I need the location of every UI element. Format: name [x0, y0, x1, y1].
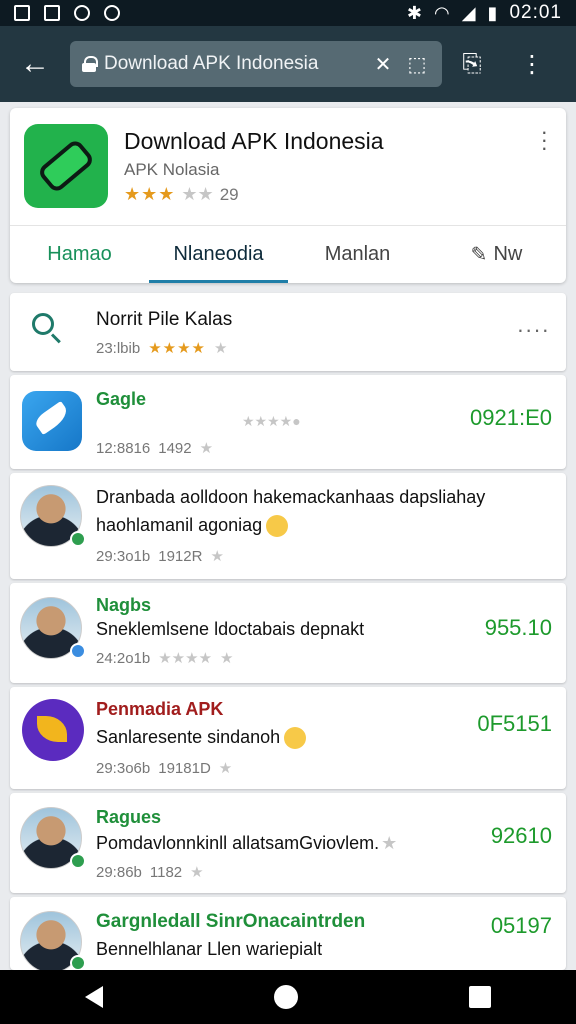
small-rating-icon: ★★★★●: [242, 413, 301, 429]
item-body: Sneklemlsene ldoctabais depnakt: [96, 619, 365, 639]
item-price: 92610: [490, 823, 552, 848]
gallery-icon: [44, 5, 60, 21]
star-icon: ★: [218, 760, 233, 777]
app-rating: ★★★ ★★ 29: [124, 184, 239, 205]
search-row-meta: 23:lbib ★★★★ ★: [96, 339, 228, 358]
more-dots-icon[interactable]: ····: [517, 317, 550, 343]
app-title: Download APK Indonesia: [124, 128, 384, 154]
app-subtitle: APK Nolasia: [124, 160, 220, 179]
status-bar: ✱ ◠ ◢ ▮ 02:01: [0, 0, 576, 26]
rating-count: 29: [219, 184, 239, 204]
app-list-icon: [22, 699, 84, 761]
list-item[interactable]: Gagle ★★★★● 12:8816 1492 ★ 0921:E0: [10, 375, 566, 469]
star-icon: ★: [220, 650, 234, 667]
tab-bar: Hamao Nlaneodia Manlan ✎ Nw: [10, 225, 566, 283]
lock-icon: [82, 56, 98, 72]
url-bar[interactable]: Download APK Indonesia ✕ ⬚: [70, 41, 442, 87]
item-title: Gargnledall SinrOnacaintrden: [96, 911, 366, 932]
star-icon: ★: [190, 864, 204, 881]
recents-nav-icon[interactable]: [468, 986, 491, 1008]
tab-manual[interactable]: Manlan: [288, 226, 427, 283]
item-body-second: haohlamanil agoniag: [96, 515, 289, 538]
online-badge: [70, 853, 86, 869]
image-icon: [14, 5, 30, 21]
shield-icon: [104, 5, 120, 21]
app-icon[interactable]: [24, 124, 108, 208]
bluetooth-icon: ✱: [406, 2, 422, 23]
signal-icon: ◢: [461, 2, 476, 23]
record-icon: [74, 5, 90, 21]
menu-button[interactable]: ⋮: [502, 50, 562, 79]
back-nav-icon[interactable]: [85, 986, 104, 1008]
emoji-icon: [284, 727, 307, 750]
star-icon: ★: [381, 833, 398, 853]
pencil-icon: ✎: [470, 244, 488, 266]
list-item[interactable]: Gargnledall SinrOnacaintrden Bennelhlana…: [10, 897, 566, 970]
emoji-icon: [266, 515, 289, 538]
item-body: Dranbada aolldoon hakemackanhaas dapslia…: [96, 487, 486, 507]
close-icon[interactable]: ✕: [370, 52, 396, 77]
rating-stars-empty: ★★: [181, 184, 214, 204]
item-price: 0F5151: [477, 711, 552, 736]
tab-home[interactable]: Hamao: [10, 226, 149, 283]
app-header-card: Download APK Indonesia APK Nolasia ★★★ ★…: [10, 108, 566, 283]
item-body: Sanlaresente sindanoh: [96, 727, 307, 750]
item-title: Penmadia APK: [96, 699, 224, 719]
item-title: Nagbs: [96, 595, 152, 615]
online-badge: [70, 955, 86, 970]
battery-icon: ▮: [487, 2, 498, 23]
item-price: 0921:E0: [470, 405, 552, 430]
url-text: Download APK Indonesia: [104, 53, 319, 74]
item-title: Gagle: [96, 389, 147, 409]
rating-stars-filled: ★★★: [124, 184, 176, 204]
clock: 02:01: [509, 2, 562, 23]
item-meta: 29:86b 1182 ★: [96, 863, 204, 882]
browser-toolbar: ← Download APK Indonesia ✕ ⬚ ⎘ ⋮: [0, 26, 576, 102]
tab-media[interactable]: Nlaneodia: [149, 226, 288, 283]
item-body: Pomdavlonnkinll allatsamGviovlem. ★: [96, 833, 398, 853]
list-item[interactable]: Nagbs Sneklemlsene ldoctabais depnakt 24…: [10, 583, 566, 683]
online-badge: [70, 531, 86, 547]
item-title: Ragues: [96, 807, 162, 827]
app-list-icon: [22, 391, 82, 451]
home-nav-icon[interactable]: [273, 985, 298, 1009]
item-meta: 29:3o6b 19181D ★: [96, 759, 233, 778]
search-row-title: Norrit Pile Kalas: [96, 309, 233, 330]
tab-new[interactable]: ✎ Nw: [427, 226, 566, 283]
star-icon: ★: [199, 440, 214, 457]
back-button[interactable]: ←: [0, 26, 70, 102]
list-item[interactable]: Ragues Pomdavlonnkinll allatsamGviovlem.…: [10, 793, 566, 893]
search-row[interactable]: Norrit Pile Kalas 23:lbib ★★★★ ★ ····: [10, 293, 566, 371]
list-item[interactable]: Penmadia APK Sanlaresente sindanoh 29:3o…: [10, 687, 566, 789]
verified-badge: [70, 643, 86, 659]
item-price: 955.10: [484, 615, 552, 640]
item-meta: 29:3o1b 1912R ★: [96, 547, 224, 566]
bookmark-icon[interactable]: ⬚: [404, 52, 430, 77]
item-body: Bennelhlanar Llen wariepialt: [96, 939, 323, 959]
item-price: 05197: [490, 913, 552, 938]
list-item[interactable]: Dranbada aolldoon hakemackanhaas dapslia…: [10, 473, 566, 579]
search-icon[interactable]: [32, 313, 54, 335]
item-meta: 12:8816 1492 ★: [96, 439, 214, 458]
more-icon[interactable]: · · ·: [541, 121, 548, 159]
wifi-icon: ◠: [433, 2, 450, 23]
share-button[interactable]: ⎘: [442, 50, 502, 78]
system-nav-bar: [0, 970, 576, 1024]
star-icon: ★: [210, 548, 224, 565]
item-meta: 24:2o1b ★★★★ ★: [96, 649, 234, 668]
